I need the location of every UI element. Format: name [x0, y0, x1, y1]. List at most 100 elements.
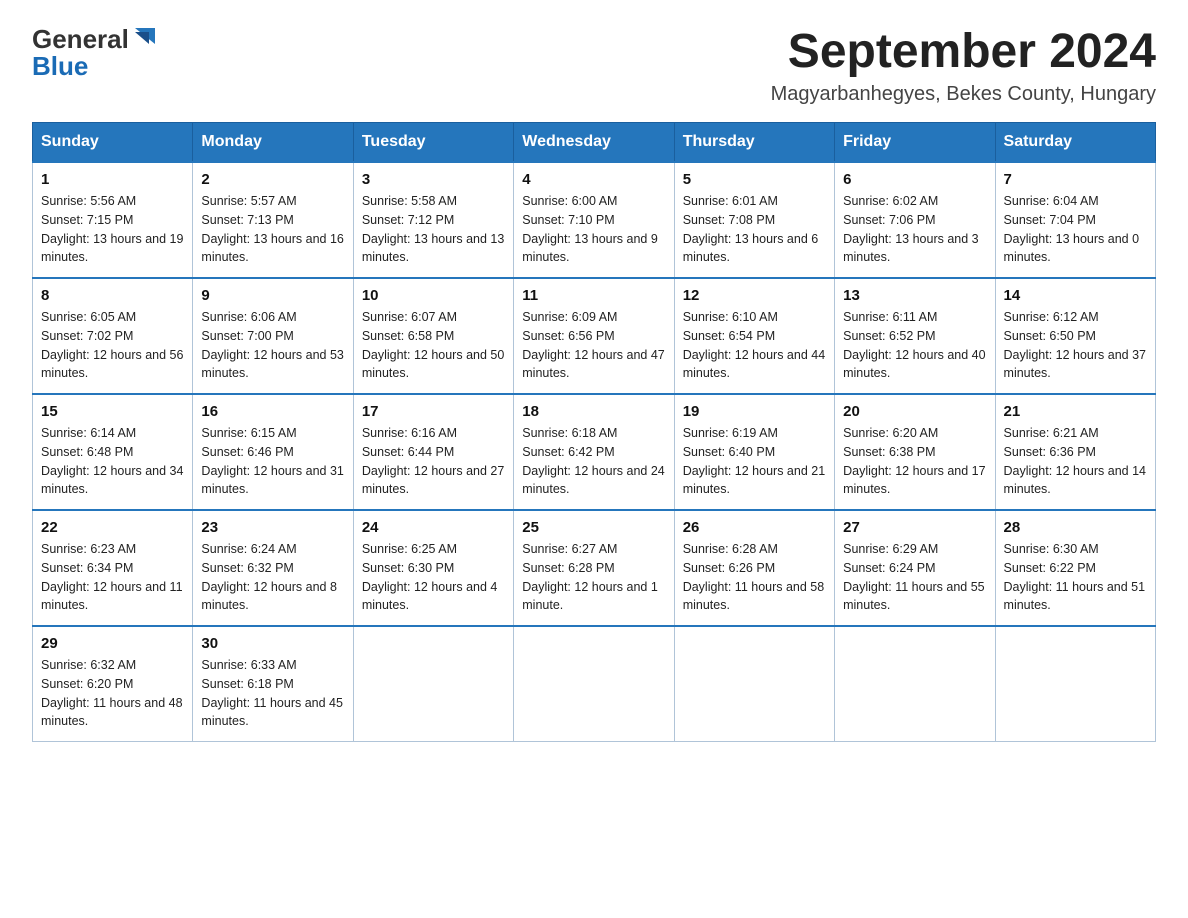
calendar-cell: 25 Sunrise: 6:27 AMSunset: 6:28 PMDayligh…: [514, 510, 674, 626]
day-number: 17: [362, 403, 505, 420]
day-number: 29: [41, 635, 184, 652]
week-row-5: 29 Sunrise: 6:32 AMSunset: 6:20 PMDayligh…: [33, 626, 1156, 742]
logo-icon: [131, 24, 159, 52]
day-info: Sunrise: 6:01 AMSunset: 7:08 PMDaylight:…: [683, 192, 826, 267]
day-info: Sunrise: 6:06 AMSunset: 7:00 PMDaylight:…: [201, 308, 344, 383]
calendar-cell: 29 Sunrise: 6:32 AMSunset: 6:20 PMDayligh…: [33, 626, 193, 742]
col-thursday: Thursday: [674, 123, 834, 163]
col-friday: Friday: [835, 123, 995, 163]
day-info: Sunrise: 6:32 AMSunset: 6:20 PMDaylight:…: [41, 656, 184, 731]
day-info: Sunrise: 6:16 AMSunset: 6:44 PMDaylight:…: [362, 424, 505, 499]
calendar-cell: 2 Sunrise: 5:57 AMSunset: 7:13 PMDaylight…: [193, 162, 353, 278]
day-info: Sunrise: 6:25 AMSunset: 6:30 PMDaylight:…: [362, 540, 505, 615]
calendar-cell: 14 Sunrise: 6:12 AMSunset: 6:50 PMDayligh…: [995, 278, 1155, 394]
calendar-cell: 30 Sunrise: 6:33 AMSunset: 6:18 PMDayligh…: [193, 626, 353, 742]
calendar-cell: 11 Sunrise: 6:09 AMSunset: 6:56 PMDayligh…: [514, 278, 674, 394]
page-header: General Blue September 2024 Magyarbanheg…: [32, 24, 1156, 106]
calendar-cell: [514, 626, 674, 742]
calendar-cell: 20Sunrise: 6:20 AMSunset: 6:38 PMDayligh…: [835, 394, 995, 510]
calendar-cell: 16 Sunrise: 6:15 AMSunset: 6:46 PMDayligh…: [193, 394, 353, 510]
day-info: Sunrise: 6:29 AMSunset: 6:24 PMDaylight:…: [843, 540, 986, 615]
day-info: Sunrise: 6:28 AMSunset: 6:26 PMDaylight:…: [683, 540, 826, 615]
day-info: Sunrise: 6:24 AMSunset: 6:32 PMDaylight:…: [201, 540, 344, 615]
calendar-cell: 4Sunrise: 6:00 AMSunset: 7:10 PMDaylight…: [514, 162, 674, 278]
calendar-cell: 6Sunrise: 6:02 AMSunset: 7:06 PMDaylight…: [835, 162, 995, 278]
day-number: 18: [522, 403, 665, 420]
calendar-cell: [835, 626, 995, 742]
calendar-cell: 8Sunrise: 6:05 AMSunset: 7:02 PMDaylight…: [33, 278, 193, 394]
calendar-table: Sunday Monday Tuesday Wednesday Thursday…: [32, 122, 1156, 742]
day-number: 27: [843, 519, 986, 536]
day-number: 14: [1004, 287, 1147, 304]
day-info: Sunrise: 6:21 AMSunset: 6:36 PMDaylight:…: [1004, 424, 1147, 499]
day-number: 25: [522, 519, 665, 536]
calendar-cell: 26Sunrise: 6:28 AMSunset: 6:26 PMDayligh…: [674, 510, 834, 626]
calendar-cell: [353, 626, 513, 742]
day-info: Sunrise: 6:12 AMSunset: 6:50 PMDaylight:…: [1004, 308, 1147, 383]
day-number: 16: [201, 403, 344, 420]
col-wednesday: Wednesday: [514, 123, 674, 163]
day-info: Sunrise: 6:09 AMSunset: 6:56 PMDaylight:…: [522, 308, 665, 383]
day-number: 9: [201, 287, 344, 304]
day-number: 7: [1004, 171, 1147, 188]
day-info: Sunrise: 6:10 AMSunset: 6:54 PMDaylight:…: [683, 308, 826, 383]
day-number: 1: [41, 171, 184, 188]
calendar-cell: [995, 626, 1155, 742]
day-number: 28: [1004, 519, 1147, 536]
calendar-cell: 23 Sunrise: 6:24 AMSunset: 6:32 PMDayligh…: [193, 510, 353, 626]
day-info: Sunrise: 6:33 AMSunset: 6:18 PMDaylight:…: [201, 656, 344, 731]
calendar-cell: 10Sunrise: 6:07 AMSunset: 6:58 PMDayligh…: [353, 278, 513, 394]
calendar-cell: 21 Sunrise: 6:21 AMSunset: 6:36 PMDayligh…: [995, 394, 1155, 510]
calendar-cell: 27 Sunrise: 6:29 AMSunset: 6:24 PMDayligh…: [835, 510, 995, 626]
day-info: Sunrise: 6:30 AMSunset: 6:22 PMDaylight:…: [1004, 540, 1147, 615]
day-info: Sunrise: 6:11 AMSunset: 6:52 PMDaylight:…: [843, 308, 986, 383]
calendar-cell: 22Sunrise: 6:23 AMSunset: 6:34 PMDayligh…: [33, 510, 193, 626]
col-monday: Monday: [193, 123, 353, 163]
calendar-cell: 7Sunrise: 6:04 AMSunset: 7:04 PMDaylight…: [995, 162, 1155, 278]
week-row-3: 15 Sunrise: 6:14 AMSunset: 6:48 PMDayligh…: [33, 394, 1156, 510]
calendar-cell: 5 Sunrise: 6:01 AMSunset: 7:08 PMDaylight…: [674, 162, 834, 278]
day-info: Sunrise: 5:57 AMSunset: 7:13 PMDaylight:…: [201, 192, 344, 267]
day-number: 6: [843, 171, 986, 188]
calendar-subtitle: Magyarbanhegyes, Bekes County, Hungary: [771, 83, 1156, 106]
day-number: 8: [41, 287, 184, 304]
calendar-cell: 13 Sunrise: 6:11 AMSunset: 6:52 PMDayligh…: [835, 278, 995, 394]
day-number: 21: [1004, 403, 1147, 420]
calendar-cell: 1Sunrise: 5:56 AMSunset: 7:15 PMDaylight…: [33, 162, 193, 278]
day-info: Sunrise: 5:58 AMSunset: 7:12 PMDaylight:…: [362, 192, 505, 267]
day-number: 11: [522, 287, 665, 304]
day-info: Sunrise: 6:07 AMSunset: 6:58 PMDaylight:…: [362, 308, 505, 383]
col-tuesday: Tuesday: [353, 123, 513, 163]
col-saturday: Saturday: [995, 123, 1155, 163]
day-number: 5: [683, 171, 826, 188]
day-info: Sunrise: 6:27 AMSunset: 6:28 PMDaylight:…: [522, 540, 665, 615]
day-info: Sunrise: 6:14 AMSunset: 6:48 PMDaylight:…: [41, 424, 184, 499]
logo-blue: Blue: [32, 51, 88, 82]
day-number: 3: [362, 171, 505, 188]
col-sunday: Sunday: [33, 123, 193, 163]
calendar-cell: 12 Sunrise: 6:10 AMSunset: 6:54 PMDayligh…: [674, 278, 834, 394]
calendar-cell: 17 Sunrise: 6:16 AMSunset: 6:44 PMDayligh…: [353, 394, 513, 510]
day-number: 12: [683, 287, 826, 304]
day-number: 23: [201, 519, 344, 536]
day-info: Sunrise: 6:18 AMSunset: 6:42 PMDaylight:…: [522, 424, 665, 499]
week-row-4: 22Sunrise: 6:23 AMSunset: 6:34 PMDayligh…: [33, 510, 1156, 626]
logo: General Blue: [32, 24, 159, 82]
day-number: 24: [362, 519, 505, 536]
day-info: Sunrise: 6:19 AMSunset: 6:40 PMDaylight:…: [683, 424, 826, 499]
day-info: Sunrise: 6:20 AMSunset: 6:38 PMDaylight:…: [843, 424, 986, 499]
calendar-cell: 24 Sunrise: 6:25 AMSunset: 6:30 PMDayligh…: [353, 510, 513, 626]
day-info: Sunrise: 6:15 AMSunset: 6:46 PMDaylight:…: [201, 424, 344, 499]
day-number: 4: [522, 171, 665, 188]
day-number: 2: [201, 171, 344, 188]
day-number: 30: [201, 635, 344, 652]
day-number: 13: [843, 287, 986, 304]
header-row: Sunday Monday Tuesday Wednesday Thursday…: [33, 123, 1156, 163]
calendar-cell: 28 Sunrise: 6:30 AMSunset: 6:22 PMDayligh…: [995, 510, 1155, 626]
calendar-cell: 18 Sunrise: 6:18 AMSunset: 6:42 PMDayligh…: [514, 394, 674, 510]
calendar-cell: [674, 626, 834, 742]
title-block: September 2024 Magyarbanhegyes, Bekes Co…: [771, 24, 1156, 106]
calendar-cell: 9 Sunrise: 6:06 AMSunset: 7:00 PMDaylight…: [193, 278, 353, 394]
day-number: 15: [41, 403, 184, 420]
week-row-2: 8Sunrise: 6:05 AMSunset: 7:02 PMDaylight…: [33, 278, 1156, 394]
